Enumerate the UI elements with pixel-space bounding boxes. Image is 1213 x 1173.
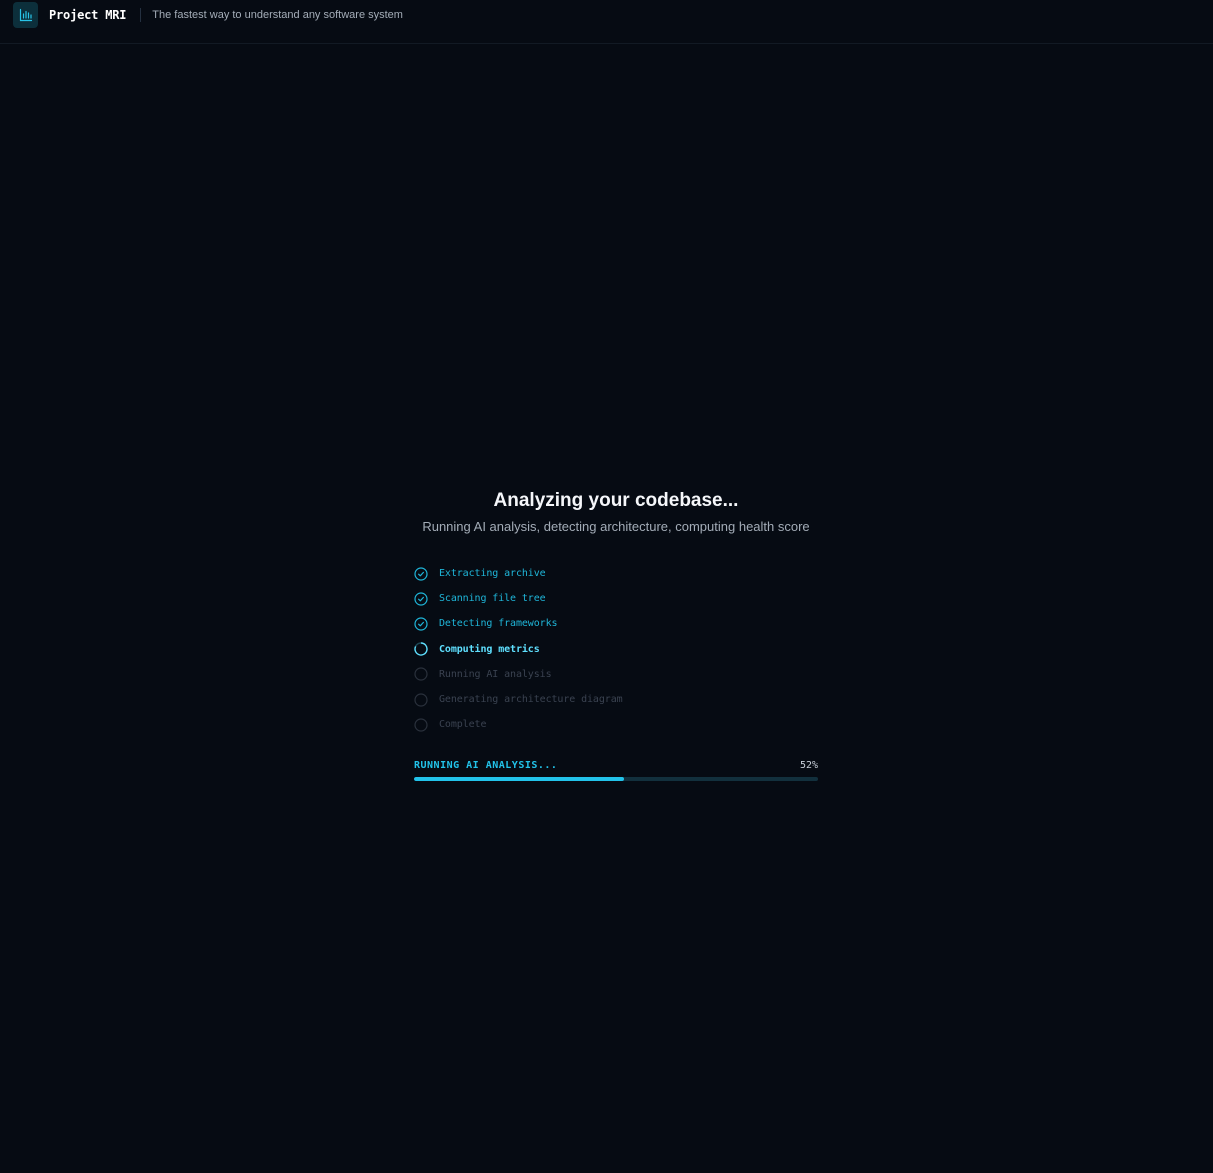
step-item: Running AI analysis xyxy=(414,662,818,687)
empty-circle-icon xyxy=(414,667,428,681)
progress-label: RUNNING AI ANALYSIS... xyxy=(414,760,558,772)
step-label: Complete xyxy=(439,719,487,731)
bar-chart-icon xyxy=(19,8,32,22)
step-item: Generating architecture diagram xyxy=(414,687,818,712)
step-label: Generating architecture diagram xyxy=(439,694,623,706)
page-title: Analyzing your codebase... xyxy=(493,490,739,511)
check-circle-icon xyxy=(414,566,428,581)
page-subtitle: Running AI analysis, detecting architect… xyxy=(422,519,810,534)
progress-header: RUNNING AI ANALYSIS... 52% xyxy=(414,760,818,771)
step-item: Extracting archive xyxy=(414,561,818,586)
analysis-panel: Analyzing your codebase... Running AI an… xyxy=(414,488,818,782)
empty-circle-icon xyxy=(414,692,428,707)
step-label: Extracting archive xyxy=(439,568,546,580)
empty-circle-icon xyxy=(414,718,428,732)
step-item: Scanning file tree xyxy=(414,586,818,611)
logo[interactable] xyxy=(13,2,38,28)
spinner-icon xyxy=(414,642,428,656)
step-item: Computing metrics xyxy=(414,637,818,662)
step-label: Computing metrics xyxy=(439,643,540,655)
progress-percent: 52% xyxy=(799,760,818,772)
progress-fill xyxy=(414,777,625,782)
progress-bar xyxy=(414,777,818,782)
step-label: Scanning file tree xyxy=(439,593,546,605)
step-item: Detecting frameworks xyxy=(414,611,818,636)
step-label: Detecting frameworks xyxy=(439,618,558,630)
step-item: Complete xyxy=(414,712,818,737)
header-divider xyxy=(140,8,142,22)
check-circle-icon xyxy=(414,592,428,606)
tagline: The fastest way to understand any softwa… xyxy=(152,9,403,21)
step-list: Extracting archive Scanning file tree Dete… xyxy=(414,561,818,737)
top-bar: Project MRI The fastest way to understan… xyxy=(0,0,1213,44)
step-label: Running AI analysis xyxy=(439,668,552,680)
check-circle-icon xyxy=(414,617,428,631)
brand-name[interactable]: Project MRI xyxy=(49,8,126,22)
